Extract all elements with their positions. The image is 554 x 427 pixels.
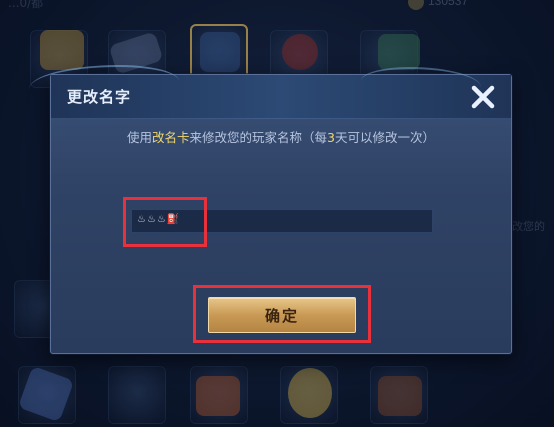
dialog-title: 更改名字	[67, 88, 132, 106]
close-button[interactable]	[467, 81, 499, 113]
dialog-header: 更改名字	[29, 65, 511, 119]
rename-card-label: 改名卡	[152, 130, 190, 145]
confirm-button[interactable]: 确定	[208, 297, 356, 333]
instruction-suffix: 天可以修改一次）	[334, 130, 435, 145]
days-count: 3	[327, 130, 335, 145]
instruction-prefix: 使用	[126, 130, 152, 145]
name-input-field[interactable]	[131, 209, 433, 233]
close-icon	[471, 85, 495, 109]
instruction-text: 使用改名卡来修改您的玩家名称（每3天可以修改一次）	[51, 127, 511, 146]
rename-dialog: 更改名字 使用改名卡来修改您的玩家名称（每3天可以修改一次） ♨ ♨ ♨ ⛽ 确…	[29, 65, 512, 354]
name-input[interactable]	[132, 210, 432, 232]
instruction-middle: 来修改您的玩家名称（每	[189, 130, 328, 145]
